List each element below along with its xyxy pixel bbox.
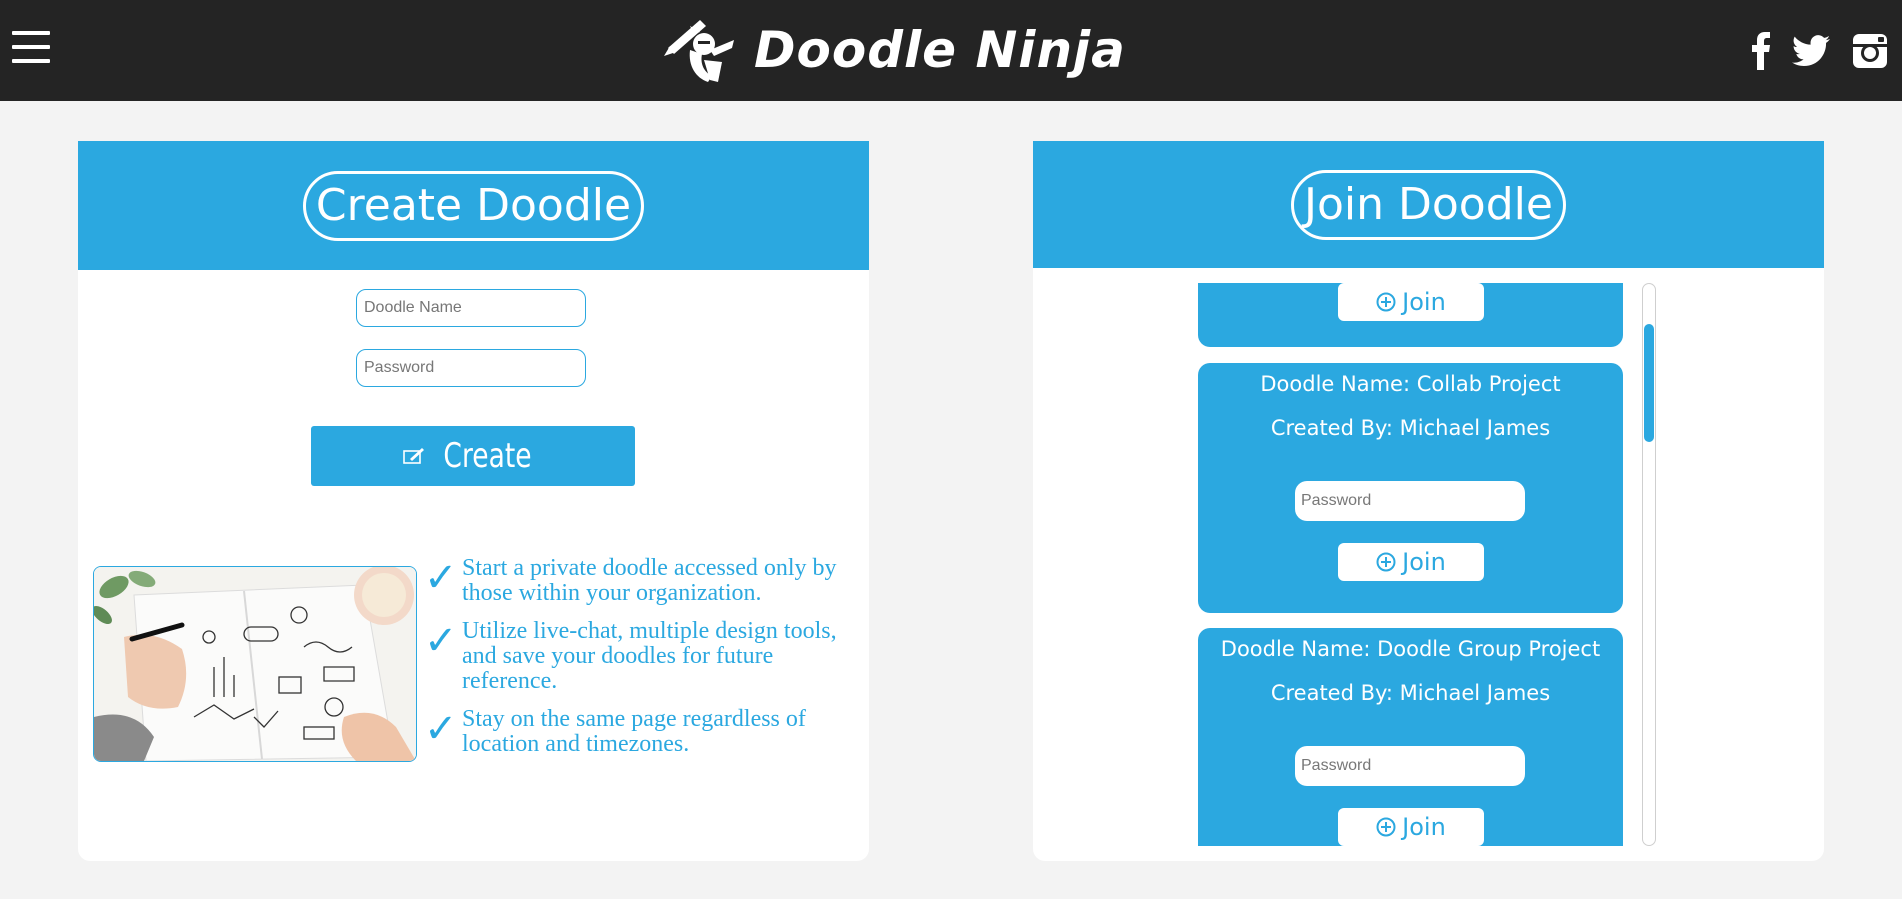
join-button[interactable]: Join — [1338, 283, 1484, 321]
join-doodle-header: Join Doodle — [1033, 141, 1824, 268]
feature-list: ✓ Start a private doodle accessed only b… — [424, 556, 854, 770]
doodle-creator: Created By: Michael James — [1270, 416, 1551, 440]
doodle-list[interactable]: Join Doodle Name: Collab Project Created… — [1198, 283, 1625, 846]
feature-item: ✓ Start a private doodle accessed only b… — [424, 556, 854, 606]
feature-text: Stay on the same page regardless of loca… — [462, 706, 806, 757]
create-doodle-panel: Create Doodle Create — [78, 141, 869, 861]
instagram-icon[interactable] — [1852, 33, 1888, 69]
join-button[interactable]: Join — [1338, 543, 1484, 581]
doodle-creator: Created By: Michael James — [1270, 681, 1551, 705]
plus-circle-icon — [1376, 817, 1396, 837]
brand[interactable]: Doodle Ninja — [660, 10, 1126, 90]
create-doodle-title: Create Doodle — [302, 170, 645, 241]
doodle-name-input[interactable] — [356, 289, 586, 327]
doodle-name: Doodle Name: Collab Project — [1260, 372, 1561, 396]
doodle-card: Doodle Name: Doodle Group Project Create… — [1198, 628, 1623, 846]
join-button[interactable]: Join — [1338, 808, 1484, 846]
doodle-list-scrollbar[interactable] — [1642, 283, 1656, 846]
plus-circle-icon — [1376, 292, 1396, 312]
join-password-input[interactable] — [1295, 746, 1525, 786]
join-button-label: Join — [1402, 548, 1446, 576]
hamburger-menu-icon[interactable] — [12, 31, 50, 67]
plus-circle-icon — [1376, 552, 1396, 572]
create-button-label: Create — [442, 436, 532, 476]
feature-item: ✓ Utilize live-chat, multiple design too… — [424, 619, 854, 694]
check-icon: ✓ — [424, 706, 458, 752]
brand-name: Doodle Ninja — [754, 21, 1126, 79]
feature-item: ✓ Stay on the same page regardless of lo… — [424, 707, 854, 757]
join-button-label: Join — [1402, 813, 1446, 841]
join-password-input[interactable] — [1295, 481, 1525, 521]
social-links — [1730, 32, 1888, 70]
create-button[interactable]: Create — [311, 426, 635, 486]
doodle-card: Join — [1198, 283, 1623, 347]
ninja-logo-icon — [664, 20, 734, 82]
scrollbar-thumb[interactable] — [1644, 324, 1654, 442]
check-icon: ✓ — [424, 555, 458, 601]
edit-icon — [402, 448, 424, 464]
check-icon: ✓ — [424, 618, 458, 664]
create-password-input[interactable] — [356, 349, 586, 387]
feature-text: Start a private doodle accessed only by … — [462, 555, 837, 606]
join-button-label: Join — [1402, 288, 1446, 316]
doodle-notebook-image — [93, 566, 417, 762]
join-doodle-panel: Join Doodle Join Doodle Name: Collab Pro… — [1033, 141, 1824, 861]
facebook-icon[interactable] — [1752, 32, 1770, 70]
doodle-card: Doodle Name: Collab Project Created By: … — [1198, 363, 1623, 613]
create-doodle-header: Create Doodle — [78, 141, 869, 270]
twitter-icon[interactable] — [1792, 35, 1830, 67]
top-navbar: Doodle Ninja — [0, 0, 1902, 101]
feature-text: Utilize live-chat, multiple design tools… — [462, 618, 837, 694]
doodle-name: Doodle Name: Doodle Group Project — [1220, 637, 1601, 661]
join-doodle-title: Join Doodle — [1291, 169, 1566, 240]
